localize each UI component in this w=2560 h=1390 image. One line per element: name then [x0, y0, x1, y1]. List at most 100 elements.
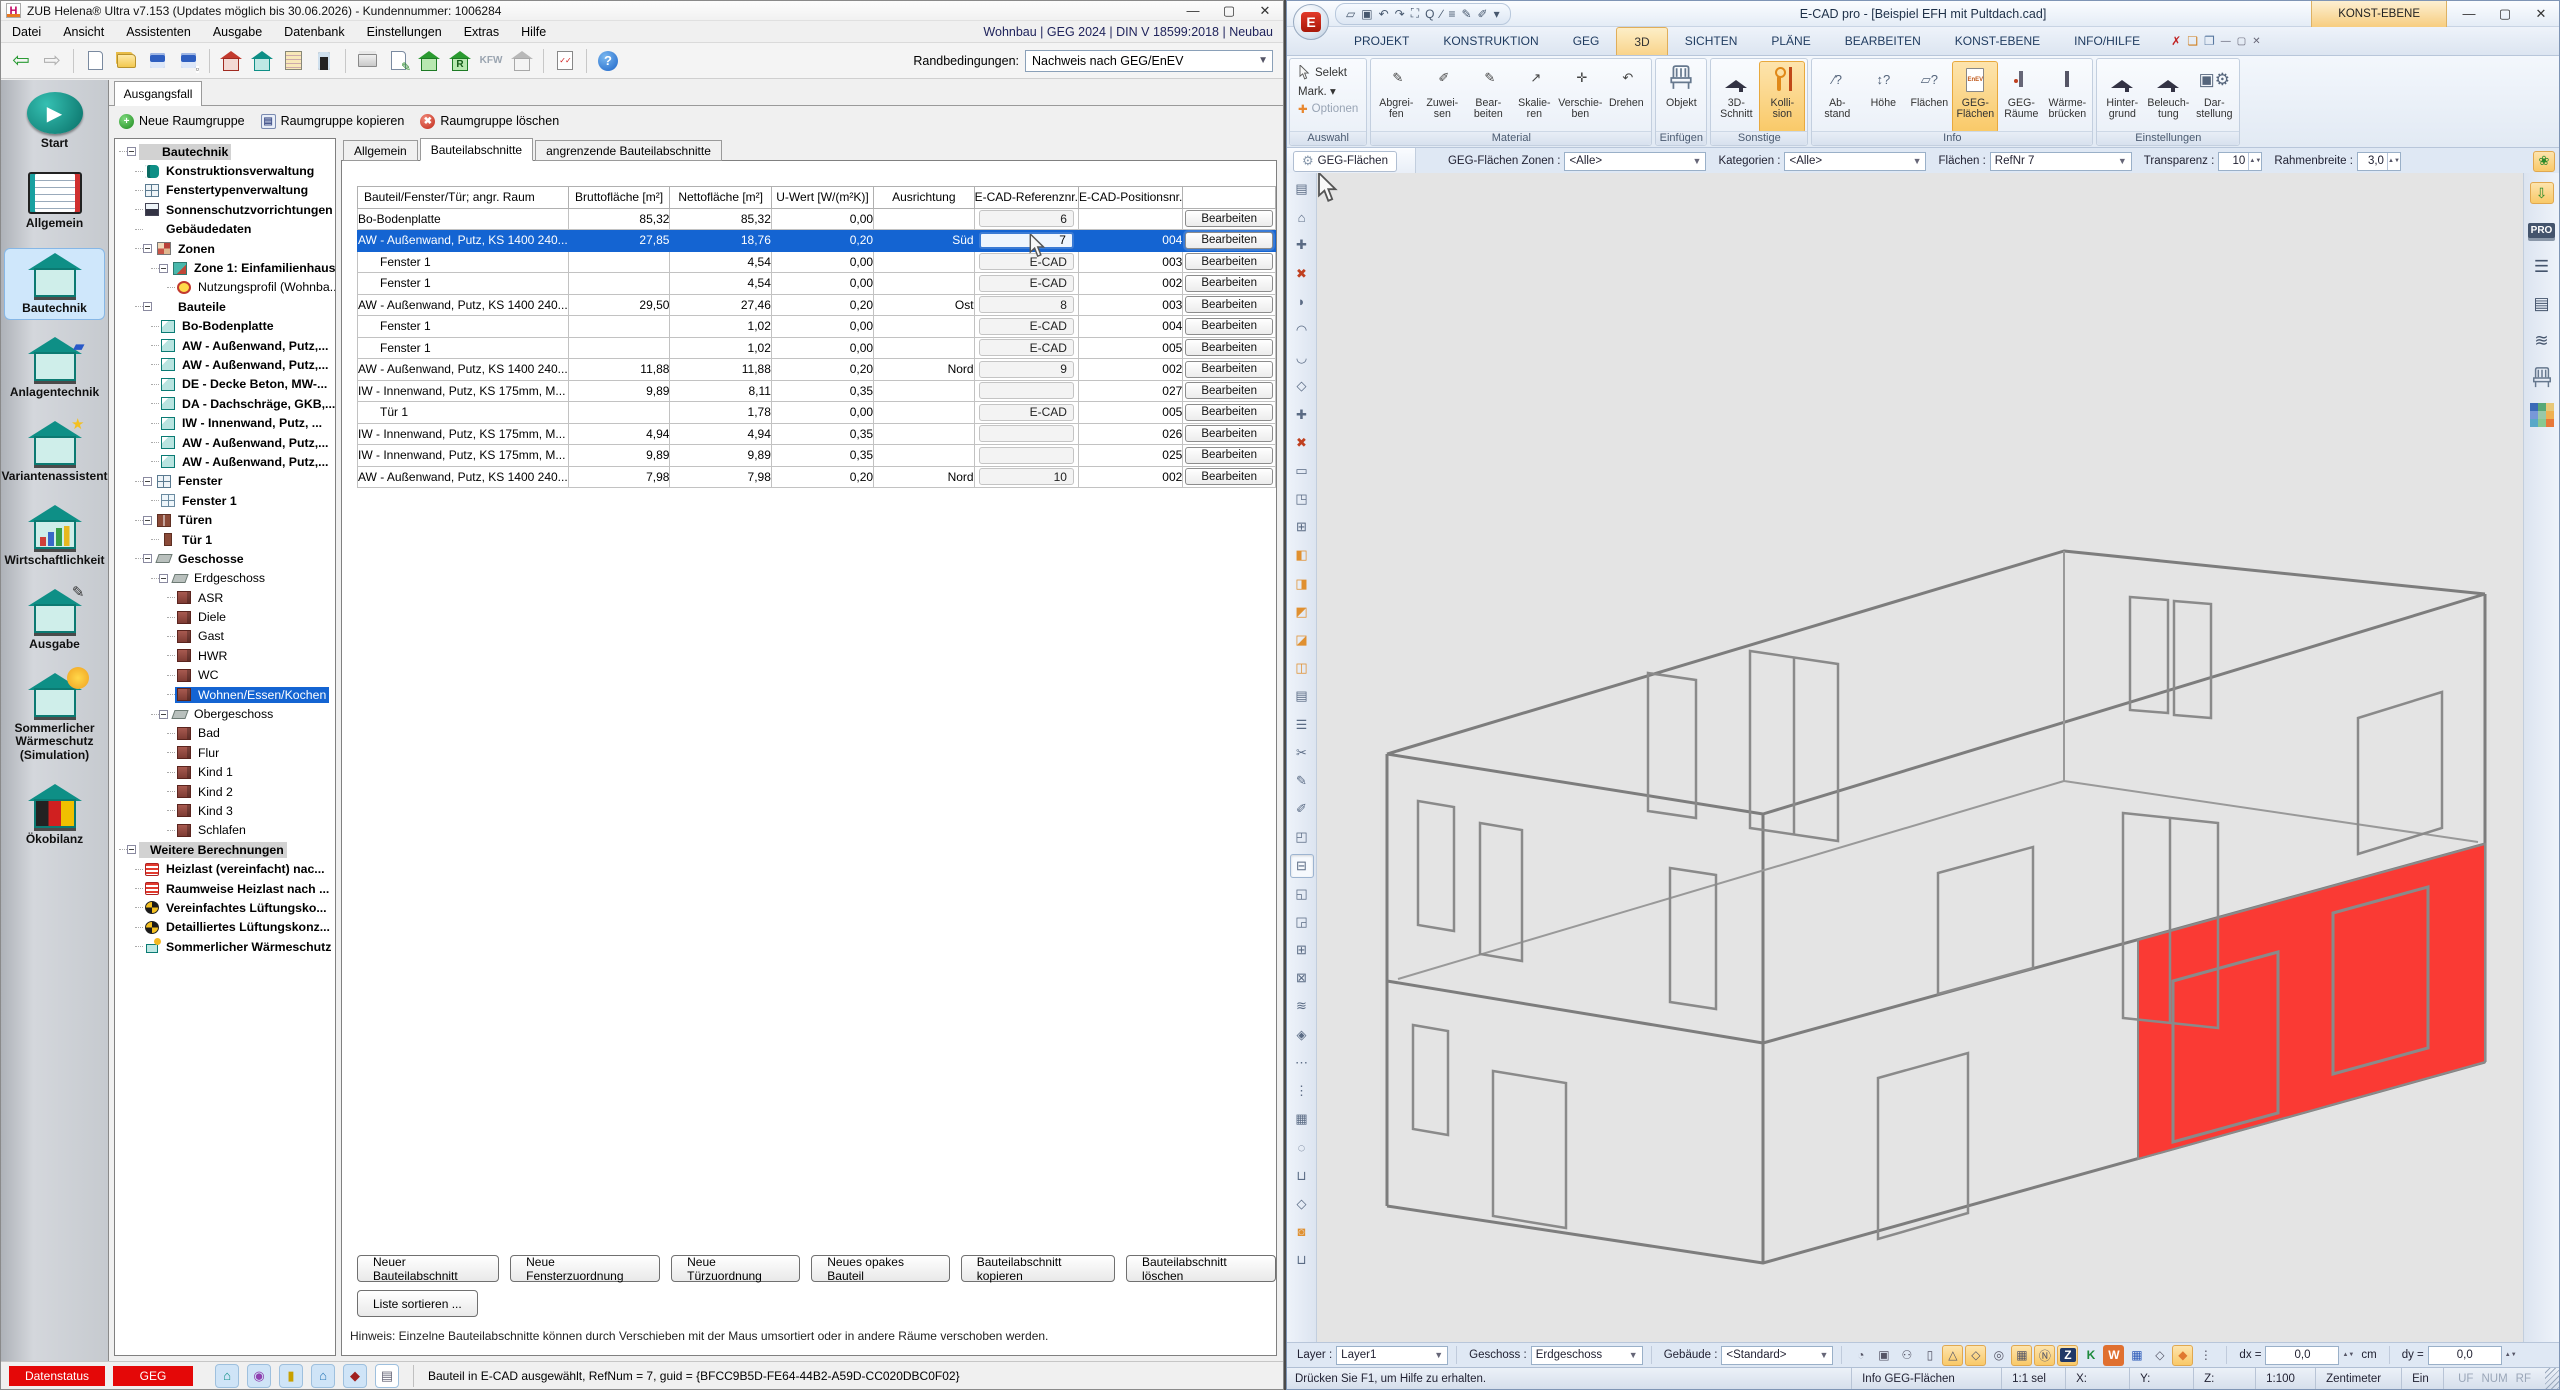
diamond-orange-toggle[interactable]: ◆ — [2172, 1345, 2193, 1366]
tree-item[interactable]: Wohnen/Essen/Kochen — [115, 685, 335, 704]
cut-icon[interactable]: ✂ — [1290, 741, 1314, 765]
layer-select[interactable]: Layer1▼ — [1336, 1346, 1448, 1365]
arc-up-icon[interactable]: ◠ — [1290, 318, 1314, 342]
tree-item[interactable]: Zone 1: Einfamilienhaus — [115, 258, 335, 277]
ecad-ref-field[interactable]: E-CAD — [979, 253, 1074, 270]
pick-icon[interactable]: ∕ — [1438, 7, 1444, 21]
list-icon[interactable]: ☰ — [2528, 253, 2556, 281]
bearbeiten-button[interactable]: Bearbeiten — [1185, 468, 1273, 485]
tree-item[interactable]: Nutzungsprofil (Wohnba... — [115, 278, 335, 297]
geschoss-select[interactable]: Erdgeschoss▼ — [1531, 1346, 1643, 1365]
list-icon[interactable]: ☰ — [1290, 713, 1314, 737]
button-neuer-bauteilabschnitt[interactable]: Neuer Bauteilabschnitt — [357, 1255, 499, 1282]
trash-icon[interactable]: ⊔ — [1290, 1248, 1314, 1272]
case-tab-ausgangsfall[interactable]: Ausgangsfall — [114, 81, 202, 106]
building-import-icon[interactable] — [248, 47, 276, 75]
undo-icon[interactable]: ↶ — [1377, 7, 1391, 21]
tree-item[interactable]: Gebäudedaten — [115, 220, 335, 239]
tab-allgemein[interactable]: Allgemein — [343, 140, 418, 161]
table-row[interactable]: AW - Außenwand, Putz, KS 1400 240...11,8… — [358, 359, 1276, 381]
tree-item[interactable]: Konstruktionsverwaltung — [115, 161, 335, 180]
dy-input[interactable]: 0,0 — [2428, 1346, 2502, 1365]
tree-item[interactable]: Erdgeschoss — [115, 569, 335, 588]
tree-item[interactable]: Vereinfachtes Lüftungsko... — [115, 898, 335, 917]
new-document-icon[interactable] — [81, 47, 109, 75]
ribbon-button-darstellung[interactable]: ▣⚙Dar-stellung — [2191, 61, 2237, 133]
expand-collapse-icon[interactable] — [143, 516, 152, 525]
measure-icon[interactable]: ≡ — [1446, 7, 1457, 21]
optionen-button[interactable]: ✚Optionen — [1298, 102, 1358, 116]
table-row[interactable]: IW - Innenwand, Putz, KS 175mm, M...9,89… — [358, 380, 1276, 402]
overlap-5-icon[interactable]: ◫ — [1290, 656, 1314, 680]
ribbon-tab-projekt[interactable]: PROJEKT — [1337, 27, 1426, 55]
tree-item[interactable]: Diele — [115, 607, 335, 626]
table-row[interactable]: Fenster 14,540,00E-CAD002Bearbeiten — [358, 273, 1276, 295]
pro-icon[interactable]: PRO — [2528, 216, 2556, 244]
restore-window-icon[interactable]: ❐ — [2204, 34, 2215, 48]
device-icon[interactable] — [310, 47, 338, 75]
ecad-ref-field[interactable]: 10 — [979, 468, 1074, 485]
node-2-icon[interactable]: ◲ — [1290, 910, 1314, 934]
bearbeiten-button[interactable]: Bearbeiten — [1185, 275, 1273, 292]
bearbeiten-button[interactable]: Bearbeiten — [1185, 253, 1273, 270]
expand-collapse-icon[interactable] — [159, 710, 168, 719]
crop-icon[interactable]: ◰ — [1290, 825, 1314, 849]
snap-icon[interactable]: ◗ — [1290, 290, 1314, 314]
add-icon[interactable]: ✚ — [1290, 233, 1314, 257]
pen2-icon[interactable]: ✐ — [1476, 7, 1490, 21]
cabinet-toggle[interactable]: ▯ — [1919, 1345, 1940, 1366]
tree-item[interactable]: Raumweise Heizlast nach ... — [115, 879, 335, 898]
tree-item[interactable]: AW - Außenwand, Putz,... — [115, 433, 335, 452]
tree-item[interactable]: Fenster — [115, 472, 335, 491]
tree-item[interactable]: Fenstertypenverwaltung — [115, 181, 335, 200]
delete-2-icon[interactable]: ✖ — [1290, 431, 1314, 455]
tree-item[interactable]: Heizlast (vereinfacht) nac... — [115, 859, 335, 878]
expand-collapse-icon[interactable] — [159, 264, 168, 273]
ecad-ref-field[interactable] — [979, 382, 1074, 399]
maximize-button[interactable]: ▢ — [1211, 1, 1247, 20]
ribbon-button-3dschnitt[interactable]: 3D-Schnitt — [1713, 61, 1759, 133]
back-icon[interactable]: ⇦ — [7, 47, 35, 75]
expand-collapse-icon[interactable] — [127, 845, 136, 854]
button-neue-raumgruppe[interactable]: +Neue Raumgruppe — [119, 114, 245, 129]
bearbeiten-button[interactable]: Bearbeiten — [1185, 361, 1273, 378]
tree-item[interactable]: Obergeschoss — [115, 704, 335, 723]
diamond-toggle[interactable]: ◇ — [1965, 1345, 1986, 1366]
spinner-arrows-icon[interactable]: ▲▼ — [2342, 1352, 2354, 1358]
button-raumgruppe-löschen[interactable]: ✖Raumgruppe löschen — [420, 114, 559, 129]
grid-3-icon[interactable]: ▦ — [1290, 1107, 1314, 1131]
tree-item[interactable]: Flur — [115, 743, 335, 762]
ribbon-button-zuweisen[interactable]: ✐Zuwei-sen — [1419, 61, 1465, 133]
dots-h-icon[interactable]: ⋯ — [1290, 1051, 1314, 1075]
tree-item[interactable]: ASR — [115, 588, 335, 607]
tree-item[interactable]: Gast — [115, 627, 335, 646]
tree-item[interactable]: AW - Außenwand, Putz,... — [115, 355, 335, 374]
tree-item[interactable]: Geschosse — [115, 549, 335, 568]
menu-ausgabe[interactable]: Ausgabe — [202, 21, 273, 42]
menu-assistenten[interactable]: Assistenten — [115, 21, 202, 42]
menu-datei[interactable]: Datei — [1, 21, 52, 42]
ecad-ref-field[interactable]: 8 — [979, 296, 1074, 313]
forward-icon[interactable]: ⇨ — [38, 47, 66, 75]
table-row[interactable]: Tür 11,780,00E-CAD005Bearbeiten — [358, 402, 1276, 424]
button-neue-fensterzuordnung[interactable]: Neue Fensterzuordnung — [510, 1255, 660, 1282]
notes-icon[interactable] — [279, 47, 307, 75]
gem-icon[interactable]: ◈ — [1290, 1023, 1314, 1047]
arrow-down-icon[interactable]: ⇩ — [2528, 179, 2556, 207]
ribbon-button-wärmebrücken[interactable]: Wärme-brücken — [2044, 61, 2090, 133]
tree-item[interactable]: Sommerlicher Wärmeschutz — [115, 937, 335, 956]
flag-de-icon[interactable]: ▮ — [279, 1364, 303, 1388]
pen-2-icon[interactable]: ✐ — [1290, 797, 1314, 821]
spinner-arrows-icon[interactable]: ▲▼ — [2248, 153, 2261, 170]
maximize-button[interactable]: ▢ — [2487, 1, 2523, 26]
menu-datenbank[interactable]: Datenbank — [273, 21, 355, 42]
table-row[interactable]: IW - Innenwand, Putz, KS 175mm, M...9,89… — [358, 445, 1276, 467]
sidebar-item-bautechnik[interactable]: Bautechnik — [4, 248, 105, 321]
tree-item[interactable]: Bo-Bodenplatte — [115, 317, 335, 336]
zonen-select[interactable]: <Alle>▼ — [1564, 152, 1706, 171]
expand-collapse-icon[interactable] — [143, 244, 152, 253]
mdi-minimize-icon[interactable]: — — [2221, 36, 2231, 47]
expand-collapse-icon[interactable] — [143, 302, 152, 311]
ecad-ref-field[interactable]: 6 — [979, 210, 1074, 227]
ecad-ref-field[interactable]: E-CAD — [979, 318, 1074, 335]
